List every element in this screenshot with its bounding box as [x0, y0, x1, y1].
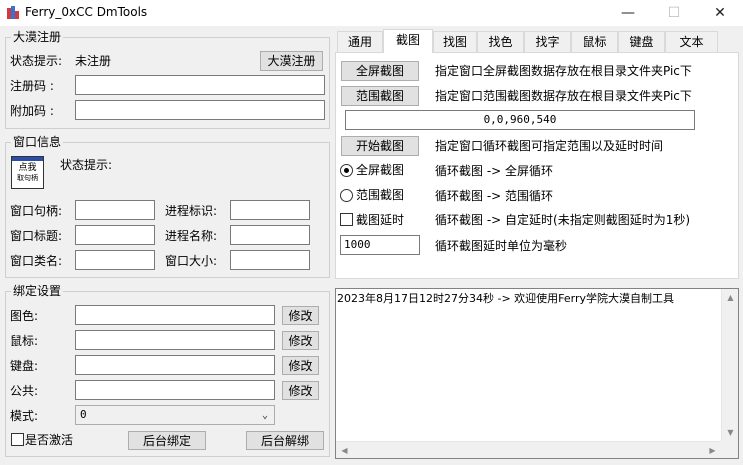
minimize-button[interactable]: —: [605, 0, 651, 26]
log-horizontal-scrollbar[interactable]: ◀ ▶: [336, 441, 721, 458]
radio-range-loop[interactable]: [340, 189, 353, 202]
bind-mode-select[interactable]: 0 ⌄: [75, 405, 275, 425]
register-status-label: 状态提示:: [10, 54, 63, 68]
chevron-down-icon: ⌄: [261, 410, 268, 421]
activate-checkbox[interactable]: [11, 433, 24, 446]
log-vertical-scrollbar[interactable]: ▲ ▼: [721, 289, 738, 441]
fullscreen-capture-desc: 指定窗口全屏截图数据存放在根目录文件夹Pic下: [435, 64, 692, 78]
tab-find-color[interactable]: 找色: [477, 31, 524, 52]
modify-mouse-button[interactable]: 修改: [282, 331, 319, 350]
background-unbind-button[interactable]: 后台解绑: [246, 431, 324, 450]
bind-public-input[interactable]: [75, 380, 275, 400]
range-capture-button[interactable]: 范围截图: [341, 86, 419, 106]
tab-general[interactable]: 通用: [337, 31, 383, 52]
capture-delay-label: 截图延时: [356, 213, 405, 227]
capture-delay-desc: 循环截图 -> 自定延时(未指定则截图延时为1秒): [435, 213, 691, 227]
window-info-group-title: 窗口信息: [11, 135, 64, 149]
activate-label: 是否激活: [25, 433, 74, 447]
bind-keypad-input[interactable]: [75, 355, 275, 375]
window-finder-icon[interactable]: 点我 取句柄: [11, 156, 44, 189]
start-capture-desc: 指定窗口循环截图可指定范围以及延时时间: [435, 139, 664, 153]
modify-display-button[interactable]: 修改: [282, 306, 319, 325]
window-status-label: 状态提示:: [60, 158, 113, 172]
bind-mode-label: 模式:: [10, 409, 39, 423]
window-title-label: 窗口标题:: [10, 229, 63, 243]
background-bind-button[interactable]: 后台绑定: [128, 431, 206, 450]
window-title-input[interactable]: [75, 225, 155, 245]
bind-display-input[interactable]: [75, 305, 275, 325]
tab-find-text[interactable]: 找字: [524, 31, 571, 52]
radio-range-label: 范围截图: [356, 188, 405, 202]
maximize-button[interactable]: ☐: [651, 0, 697, 26]
window-class-label: 窗口类名:: [10, 254, 63, 268]
scroll-down-icon[interactable]: ▼: [722, 424, 739, 441]
log-window[interactable]: 2023年8月17日12时27分34秒 -> 欢迎使用Ferry学院大漠自制工具…: [335, 288, 739, 459]
radio-fullscreen-label: 全屏截图: [356, 163, 405, 177]
scroll-right-icon[interactable]: ▶: [704, 442, 721, 459]
scroll-up-icon[interactable]: ▲: [722, 289, 739, 306]
tab-keyboard[interactable]: 键盘: [618, 31, 665, 52]
bind-public-label: 公共:: [10, 384, 39, 398]
modify-public-button[interactable]: 修改: [282, 381, 319, 400]
scroll-left-icon[interactable]: ◀: [336, 442, 353, 459]
range-capture-desc: 指定窗口范围截图数据存放在根目录文件夹Pic下: [435, 89, 692, 103]
window-size-input[interactable]: [230, 250, 310, 270]
register-group-title: 大漠注册: [11, 30, 64, 44]
app-icon: [7, 6, 19, 19]
window-class-input[interactable]: [75, 250, 155, 270]
tab-find-image[interactable]: 找图: [433, 31, 477, 52]
window-handle-input[interactable]: [75, 200, 155, 220]
register-button[interactable]: 大漠注册: [260, 51, 323, 71]
radio-fullscreen-desc: 循环截图 -> 全屏循环: [435, 164, 554, 178]
window-title: Ferry_0xCC DmTools: [25, 5, 148, 19]
bind-keypad-label: 键盘:: [10, 359, 39, 373]
capture-delay-unit-desc: 循环截图延时单位为毫秒: [435, 239, 568, 253]
log-line: 2023年8月17日12时27分34秒 -> 欢迎使用Ferry学院大漠自制工具: [337, 292, 675, 305]
modify-keypad-button[interactable]: 修改: [282, 356, 319, 375]
finder-icon-text-1: 点我: [18, 163, 37, 173]
bind-mouse-input[interactable]: [75, 330, 275, 350]
register-code-input[interactable]: [75, 75, 325, 95]
register-status-value: 未注册: [75, 54, 112, 68]
capture-range-input[interactable]: 0,0,960,540: [345, 110, 695, 130]
window-handle-label: 窗口句柄:: [10, 204, 63, 218]
radio-range-desc: 循环截图 -> 范围循环: [435, 189, 554, 203]
bind-group-title: 绑定设置: [11, 284, 64, 298]
capture-delay-checkbox[interactable]: [340, 213, 353, 226]
radio-fullscreen-loop[interactable]: [340, 164, 353, 177]
process-name-label: 进程名称:: [165, 229, 218, 243]
register-code-label: 注册码 :: [10, 79, 54, 93]
tab-mouse[interactable]: 鼠标: [571, 31, 618, 52]
finder-icon-text-2: 取句柄: [17, 174, 38, 182]
tab-text[interactable]: 文本: [665, 31, 718, 52]
window-size-label: 窗口大小:: [165, 254, 218, 268]
process-name-input[interactable]: [230, 225, 310, 245]
capture-delay-input[interactable]: 1000: [340, 235, 420, 255]
bind-mouse-label: 鼠标:: [10, 334, 39, 348]
process-id-input[interactable]: [230, 200, 310, 220]
fullscreen-capture-button[interactable]: 全屏截图: [341, 61, 419, 81]
extra-code-input[interactable]: [75, 100, 325, 120]
close-button[interactable]: ✕: [697, 0, 743, 26]
extra-code-label: 附加码 :: [10, 104, 54, 118]
process-id-label: 进程标识:: [165, 204, 218, 218]
bind-display-label: 图色:: [10, 309, 39, 323]
start-capture-button[interactable]: 开始截图: [341, 136, 419, 156]
scrollbar-corner: [721, 441, 738, 458]
bind-mode-value: 0: [80, 408, 87, 421]
tab-screenshot[interactable]: 截图: [383, 29, 433, 53]
